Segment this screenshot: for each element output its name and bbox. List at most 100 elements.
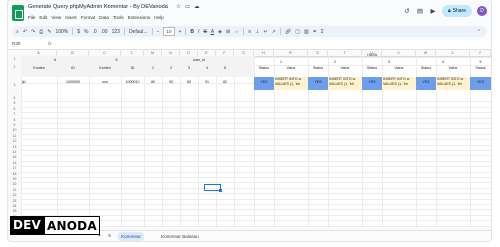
print-icon[interactable]: ⎙ <box>39 29 43 35</box>
all-sheets-icon[interactable]: ≡ <box>108 233 111 239</box>
chart-icon[interactable]: ▥ <box>304 29 309 35</box>
rotate-icon[interactable]: ↗ <box>272 29 276 35</box>
row-header[interactable]: 9 <box>8 123 21 127</box>
row-header[interactable]: 14 <box>8 150 21 154</box>
cell-user-4[interactable]: 91 <box>198 79 216 85</box>
selected-cell[interactable] <box>204 184 222 192</box>
header-status-4: Status <box>420 66 432 70</box>
decrease-decimal-button[interactable]: .0 <box>92 29 96 35</box>
row-header[interactable]: 3 <box>8 83 21 87</box>
sheet-tab-komentar-balasan[interactable]: Komentar Balasan <box>158 232 202 241</box>
row-header[interactable]: 4 <box>8 96 21 100</box>
increase-decimal-button[interactable]: .00 <box>101 29 108 35</box>
row-header[interactable]: 24 <box>8 204 21 208</box>
history-icon[interactable]: ↺ <box>403 7 411 15</box>
row-header[interactable]: 2 <box>8 65 21 69</box>
fill-color-icon[interactable]: ◈ <box>218 29 222 35</box>
row-headers: 1 2 3 4 5 6 7 8 9 10 11 12 13 14 15 16 17 18 19 20 21 22 23 24 2… <box>8 56 22 228</box>
menu-help[interactable]: Help <box>154 15 163 20</box>
cell-user-1[interactable]: 80 <box>144 79 162 85</box>
cell-konten[interactable]: jkl <box>21 79 58 85</box>
comment-icon[interactable]: ▤ <box>416 7 424 15</box>
cell-id[interactable]: 1000009 <box>57 79 89 85</box>
row-header[interactable]: 18 <box>8 172 21 176</box>
currency-format-button[interactable]: $ <box>77 29 80 35</box>
divider <box>185 28 187 35</box>
grid-hline <box>21 106 491 108</box>
menu-format[interactable]: Format <box>81 15 96 20</box>
row-header[interactable]: 20 <box>8 182 21 186</box>
cell-user-5[interactable]: 82 <box>216 79 234 85</box>
cell-id-2[interactable]: 1000010 <box>121 79 144 85</box>
meet-icon[interactable]: ▶ <box>429 7 437 15</box>
strikethrough-button[interactable]: S <box>203 29 206 35</box>
undo-icon[interactable]: ↶ <box>23 29 27 35</box>
avatar[interactable]: D <box>477 6 487 16</box>
star-icon[interactable]: ☆ <box>176 4 181 10</box>
more-formats-button[interactable]: 123 <box>112 29 120 35</box>
cell-user-3[interactable]: 80 <box>180 79 198 85</box>
row-header[interactable]: 10 <box>8 128 21 132</box>
row-header[interactable]: 6 <box>8 107 21 111</box>
text-color-button[interactable]: A <box>211 29 214 35</box>
menu-data[interactable]: Data <box>99 15 109 20</box>
collapse-toolbar-icon[interactable]: ⌃ <box>477 29 481 35</box>
paint-format-icon[interactable]: ✎ <box>47 29 51 35</box>
font-size-input[interactable]: 10 <box>163 27 175 36</box>
move-folder-icon[interactable]: ▭ <box>185 4 190 10</box>
wrap-icon[interactable]: ↵ <box>263 29 267 35</box>
borders-icon[interactable]: ⊞ <box>226 29 230 35</box>
merge-cells-icon[interactable]: ⇔ <box>234 29 239 35</box>
zoom-select[interactable]: 100% <box>55 29 68 35</box>
row-header[interactable]: 15 <box>8 155 21 159</box>
cell-konten-2[interactable]: nnn <box>89 79 121 85</box>
font-size-decrease[interactable]: − <box>157 29 160 35</box>
header-id: ID <box>71 66 75 70</box>
valign-icon[interactable]: ⊥ <box>255 29 259 35</box>
header-status-2: Status <box>312 66 324 70</box>
grid-hline <box>21 187 491 189</box>
header-value-3: Value <box>394 66 404 70</box>
font-select[interactable]: Defaul... <box>129 29 148 35</box>
document-title[interactable]: Generate Query phpMyAdmin Komentar - By … <box>28 4 168 10</box>
sheets-logo-icon[interactable] <box>12 5 24 21</box>
row-header[interactable]: 22 <box>8 193 21 197</box>
row-header[interactable]: 13 <box>8 145 21 149</box>
font-size-increase[interactable]: + <box>179 29 182 35</box>
row-header[interactable]: 19 <box>8 177 21 181</box>
divider <box>151 28 153 35</box>
menu-extensions[interactable]: Extensions <box>128 15 150 20</box>
italic-button[interactable]: I <box>198 29 199 35</box>
menu-tools[interactable]: Tools <box>113 15 124 20</box>
cell-user-2[interactable]: 90 <box>162 79 180 85</box>
percent-format-button[interactable]: % <box>84 29 88 35</box>
row-header[interactable]: 17 <box>8 166 21 170</box>
row-header[interactable]: 16 <box>8 161 21 165</box>
menu-file[interactable]: File <box>28 15 35 20</box>
redo-icon[interactable]: ↷ <box>31 29 35 35</box>
menu-view[interactable]: View <box>51 15 61 20</box>
functions-icon[interactable]: Σ <box>321 29 324 35</box>
row-header[interactable]: 1 <box>8 57 21 61</box>
row-header[interactable]: 11 <box>8 134 21 138</box>
menu-insert[interactable]: Insert <box>65 15 77 20</box>
filter-icon[interactable]: ⏷ <box>313 29 317 35</box>
row-header[interactable]: 21 <box>8 188 21 192</box>
insert-comment-icon[interactable]: ▢ <box>295 29 300 35</box>
row-header[interactable]: 25 <box>8 209 21 213</box>
row-header[interactable]: 12 <box>8 139 21 143</box>
row-header[interactable]: 8 <box>8 118 21 122</box>
status-yes-3: YES <box>368 80 376 84</box>
search-menus-icon[interactable]: ⌕ <box>16 29 19 35</box>
link-icon[interactable]: 🔗︎ <box>285 29 291 35</box>
share-button[interactable]: 🔒︎ Share <box>441 5 472 17</box>
sheet-tab-komentar[interactable]: Komentar <box>118 232 144 241</box>
row-header[interactable]: 7 <box>8 112 21 116</box>
name-box[interactable]: R30 <box>12 41 20 46</box>
menu-edit[interactable]: Edit <box>39 15 47 20</box>
row-header[interactable]: 23 <box>8 199 21 203</box>
align-icon[interactable]: ≡ <box>248 29 251 35</box>
spreadsheet-grid[interactable]: ABCLMNDEFGHRSTUVWXY 1 2 3 4 5 6 7 8 9 10 11 12 13 14 1… <box>8 50 491 228</box>
row-header[interactable]: 5 <box>8 101 21 105</box>
bold-button[interactable]: B <box>190 29 194 35</box>
